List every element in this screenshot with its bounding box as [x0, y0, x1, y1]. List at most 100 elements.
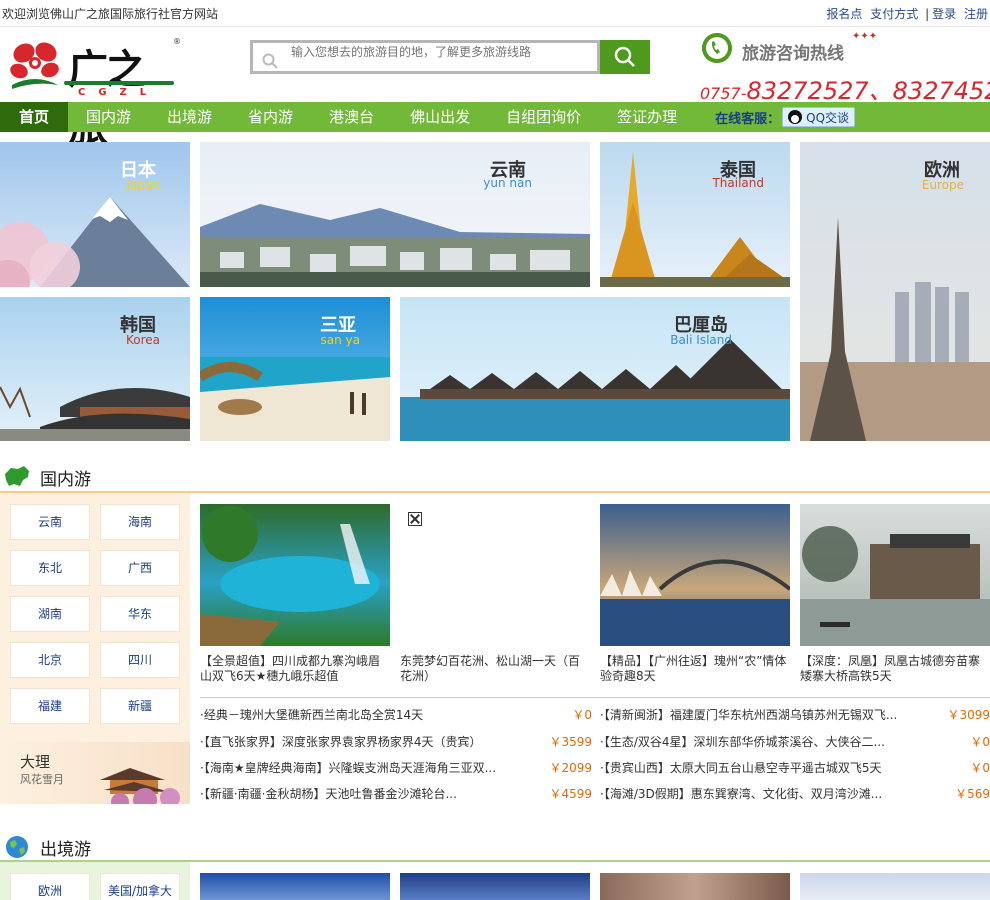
product-image[interactable] — [200, 504, 390, 646]
destination-europe[interactable]: 欧洲 Europe — [800, 142, 990, 441]
dali-promo-title: 大理 — [20, 753, 51, 771]
tour-list-item[interactable]: ·【新疆·南疆·金秋胡杨】天池吐鲁番金沙滩轮台... ￥4599 — [200, 780, 592, 806]
region-link[interactable]: 新疆 — [100, 688, 180, 724]
nav-item-foshan-departure[interactable]: 佛山出发 — [392, 102, 488, 132]
region-link[interactable]: 北京 — [10, 642, 90, 678]
online-service-label: 在线客服： — [715, 111, 781, 127]
region-link[interactable]: 美国/加拿大 — [100, 873, 180, 900]
domestic-section-title[interactable]: 国内游 — [40, 465, 91, 490]
destination-en: Bali Island — [670, 333, 732, 347]
nav-item-domestic[interactable]: 国内游 — [68, 102, 149, 132]
tour-list-item[interactable]: ·【生态/双谷4星】深圳东部华侨城茶溪谷、大侠谷二... ￥0 — [600, 728, 990, 754]
destination-yunnan[interactable]: 云南 yun nan — [200, 142, 590, 287]
tour-list-item[interactable]: ·【清新闽浙】福建厦门华东杭州西湖乌镇苏州无锡双飞... ￥3099 — [600, 701, 990, 727]
globe-icon — [6, 836, 28, 858]
product-image[interactable] — [800, 873, 990, 900]
product-caption[interactable]: 东莞梦幻百花洲、松山湖一天（百花洲） — [400, 654, 590, 684]
region-link[interactable]: 湖南 — [10, 596, 90, 632]
welcome-text: 欢迎浏览佛山广之旅国际旅行社官方网站 — [2, 6, 219, 21]
tour-list-item[interactable]: ·【直飞张家界】深度张家界袁家界杨家界4天（贵宾） ￥3599 — [200, 728, 592, 754]
tour-list-item[interactable]: ·【海南★皇牌经典海南】兴隆蜈支洲岛天涯海角三亚双... ￥2099 — [200, 754, 592, 780]
korea-scene — [0, 386, 190, 441]
dali-promo-banner[interactable]: 大理 风花雪月 — [0, 742, 190, 804]
site-logo[interactable]: 广之旅 CGZL ® — [10, 33, 181, 151]
flower-logo-icon — [10, 42, 59, 89]
tour-title[interactable]: ·【海滩/3D假期】惠东巽寮湾、文化街、双月湾沙滩... — [600, 785, 940, 802]
region-link[interactable]: 东北 — [10, 550, 90, 586]
product-image[interactable] — [200, 873, 390, 900]
nav-item-hk-macau-taiwan[interactable]: 港澳台 — [311, 102, 392, 132]
product-card[interactable]: 【全景超值】四川成都九寨沟峨眉山双飞6天★穗九峨乐超值 — [200, 504, 390, 684]
qq-penguin-icon — [788, 110, 803, 124]
destination-bali[interactable]: 巴厘岛 Bali Island — [400, 297, 790, 441]
separator: | — [925, 6, 930, 21]
nav-item-custom-group-quote[interactable]: 自组团询价 — [488, 102, 599, 132]
tour-title[interactable]: ·【贵宾山西】太原大同五台山悬空寺平遥古城双飞5天 — [600, 759, 940, 776]
destination-thailand[interactable]: 泰国 Thailand — [600, 142, 790, 287]
login-link[interactable]: 登录 — [932, 7, 956, 21]
region-link[interactable]: 广西 — [100, 550, 180, 586]
qq-chat-label: QQ交谈 — [806, 110, 850, 125]
destination-korea[interactable]: 韩国 Korea — [0, 297, 190, 441]
payment-link[interactable]: 支付方式 — [870, 7, 918, 21]
outbound-section-title[interactable]: 出境游 — [40, 835, 91, 860]
product-card[interactable]: 东莞梦幻百花洲、松山湖一天（百花洲） — [400, 504, 590, 684]
tour-title[interactable]: ·【海南★皇牌经典海南】兴隆蜈支洲岛天涯海角三亚双... — [200, 759, 540, 776]
tour-list-item[interactable]: ·经典－瑰州大堡礁新西兰南北岛全赏14天 ￥0 — [200, 701, 592, 727]
product-caption[interactable]: 【精品】【广州往返】瑰州“农”情体验奇趣8天 — [600, 654, 790, 684]
main-nav: 首页 国内游 出境游 省内游 港澳台 佛山出发 自组团询价 签证办理 在线客服：… — [0, 102, 990, 132]
phone-icon — [702, 33, 732, 63]
outbound-region-sidebar: 欧洲 美国/加拿大 — [0, 862, 190, 900]
search-input[interactable] — [291, 45, 591, 59]
destination-japan[interactable]: 日本 Japan — [0, 142, 190, 287]
register-link[interactable]: 注册 — [964, 7, 988, 21]
nav-item-province[interactable]: 省内游 — [230, 102, 311, 132]
top-links: 报名点 支付方式 | 登录 注册 — [822, 5, 988, 22]
product-caption[interactable]: 【深度：凤凰】凤凰古城德夯苗寨矮寨大桥高铁5天 — [800, 654, 990, 684]
product-card[interactable]: 【深度：凤凰】凤凰古城德夯苗寨矮寨大桥高铁5天 — [800, 504, 990, 684]
tour-title[interactable]: ·【新疆·南疆·金秋胡杨】天池吐鲁番金沙滩轮台... — [200, 785, 540, 802]
region-link[interactable]: 云南 — [10, 504, 90, 540]
header: 广之旅 CGZL ® 旅游咨询热线 ✦✦✦ 0757-83272527、832 — [0, 27, 990, 151]
tour-price: ￥0 — [970, 734, 990, 749]
nav-item-visa[interactable]: 签证办理 — [599, 102, 695, 132]
region-link[interactable]: 华东 — [100, 596, 180, 632]
tour-price: ￥0 — [970, 760, 990, 775]
signup-points-link[interactable]: 报名点 — [826, 7, 862, 21]
destination-sanya[interactable]: 三亚 san ya — [200, 297, 390, 441]
qq-chat-button[interactable]: QQ交谈 — [782, 107, 856, 127]
region-link[interactable]: 福建 — [10, 688, 90, 724]
tour-title[interactable]: ·经典－瑰州大堡礁新西兰南北岛全赏14天 — [200, 706, 540, 723]
product-caption[interactable]: 【全景超值】四川成都九寨沟峨眉山双飞6天★穗九峨乐超值 — [200, 654, 390, 684]
domestic-section-header: 国内游 — [0, 462, 990, 492]
china-map-icon — [5, 466, 29, 486]
search-box — [250, 40, 600, 74]
destination-en: san ya — [320, 333, 360, 347]
destination-en: yun nan — [483, 176, 532, 190]
tour-list-item[interactable]: ·【贵宾山西】太原大同五台山悬空寺平遥古城双飞5天 ￥0 — [600, 754, 990, 780]
sanya-scene — [200, 357, 390, 441]
yunnan-scene — [200, 204, 590, 287]
search-button[interactable] — [600, 40, 650, 74]
search-bar — [250, 40, 650, 74]
tour-price: ￥2099 — [549, 760, 592, 775]
region-link[interactable]: 海南 — [100, 504, 180, 540]
broken-image-icon — [408, 512, 422, 526]
tour-title[interactable]: ·【清新闽浙】福建厦门华东杭州西湖乌镇苏州无锡双飞... — [600, 706, 940, 723]
product-card[interactable]: 【精品】【广州往返】瑰州“农”情体验奇趣8天 — [600, 504, 790, 684]
nav-item-outbound[interactable]: 出境游 — [149, 102, 230, 132]
search-submit-icon — [614, 46, 635, 67]
product-image[interactable] — [600, 873, 790, 900]
tour-title[interactable]: ·【直飞张家界】深度张家界袁家界杨家界4天（贵宾） — [200, 733, 540, 750]
product-image[interactable] — [800, 504, 990, 646]
region-link[interactable]: 欧洲 — [10, 873, 90, 900]
product-image[interactable] — [400, 504, 590, 646]
nav-item-home[interactable]: 首页 — [0, 102, 68, 132]
tour-title[interactable]: ·【生态/双谷4星】深圳东部华侨城茶溪谷、大侠谷二... — [600, 733, 940, 750]
tour-list-item[interactable]: ·【海滩/3D假期】惠东巽寮湾、文化街、双月湾沙滩... ￥569 — [600, 780, 990, 806]
destination-en: Japan — [126, 178, 160, 192]
product-image[interactable] — [600, 504, 790, 646]
region-link[interactable]: 四川 — [100, 642, 180, 678]
outbound-section-header: 出境游 — [0, 832, 990, 862]
product-image[interactable] — [400, 873, 590, 900]
